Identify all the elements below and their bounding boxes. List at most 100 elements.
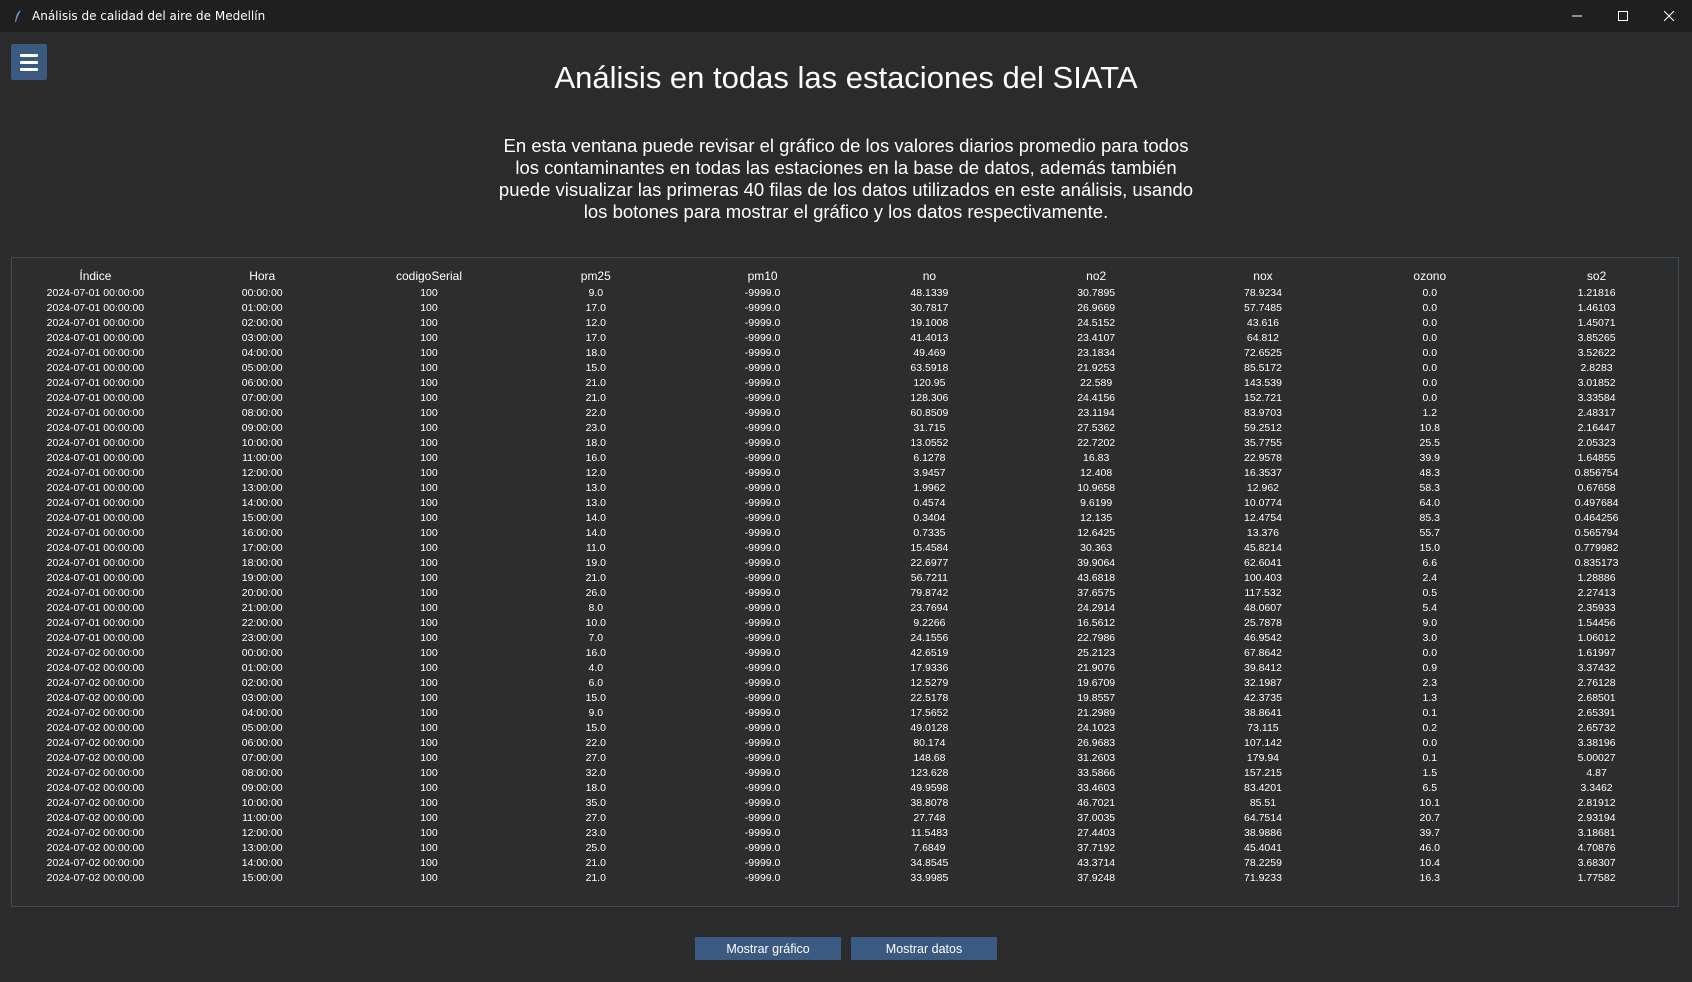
table-cell: 0.835173 <box>1574 557 1619 569</box>
table-cell: 0.0 <box>1422 737 1438 749</box>
table-cell: 22.0 <box>585 407 606 419</box>
table-cell: 0.4574 <box>913 497 946 509</box>
table-cell: 100 <box>420 737 438 749</box>
table-cell: 23.1194 <box>1077 407 1115 419</box>
table-cell: 31.715 <box>913 422 946 434</box>
table-cell: 6.6 <box>1422 557 1438 569</box>
table-cell: 2024-07-02 00:00:00 <box>46 842 145 854</box>
table-cell: 41.4013 <box>910 332 949 344</box>
column-header: ozono <box>1413 269 1447 283</box>
table-cell: 120.95 <box>913 377 946 389</box>
data-table-panel[interactable]: Índice Hora codigoSerial pm25 pm10 no no2 nox oz… <box>11 257 1679 907</box>
table-cell: 1.46103 <box>1577 302 1616 314</box>
table-cell: 9.0 <box>588 707 604 719</box>
table-cell: 22.0 <box>585 737 606 749</box>
table-cell: -9999.0 <box>744 602 781 614</box>
table-row: 2024-07-01 00:00:00 22:00:00 100 10.0 -9999.… <box>12 616 1678 631</box>
table-cell: 00:00:00 <box>241 287 283 299</box>
table-cell: 04:00:00 <box>241 707 283 719</box>
table-row: 2024-07-01 00:00:00 11:00:00 100 16.0 -9999.… <box>12 451 1678 466</box>
table-cell: -9999.0 <box>744 482 781 494</box>
table-cell: -9999.0 <box>744 422 781 434</box>
table-cell: 72.6525 <box>1243 347 1282 359</box>
show-data-button[interactable]: Mostrar datos <box>851 937 997 960</box>
table-cell: 12.0 <box>585 467 606 479</box>
table-cell: 24.4156 <box>1077 392 1116 404</box>
table-cell: 100 <box>420 632 438 644</box>
table-cell: -9999.0 <box>744 617 781 629</box>
table-cell: 22:00:00 <box>241 617 283 629</box>
table-cell: 1.2 <box>1422 407 1438 419</box>
table-cell: 100 <box>420 482 438 494</box>
table-cell: 00:00:00 <box>241 647 283 659</box>
table-cell: 39.7 <box>1419 827 1440 839</box>
table-cell: 15.0 <box>1419 542 1440 554</box>
table-cell: 3.0 <box>1422 632 1438 644</box>
table-cell: 3.38196 <box>1577 737 1616 749</box>
page-title: Análisis en todas las estaciones del SIA… <box>554 60 1138 95</box>
minimize-button[interactable] <box>1554 0 1600 32</box>
table-cell: 3.37432 <box>1577 662 1616 674</box>
table-cell: 2024-07-02 00:00:00 <box>46 692 145 704</box>
column-header: nox <box>1253 269 1273 283</box>
table-cell: 0.565794 <box>1574 527 1619 539</box>
show-chart-button[interactable]: Mostrar gráfico <box>695 937 841 960</box>
table-cell: 0.0 <box>1422 647 1438 659</box>
table-cell: 100 <box>420 527 438 539</box>
table-cell: 100 <box>420 542 438 554</box>
table-cell: 21.2989 <box>1077 707 1116 719</box>
table-cell: 33.9985 <box>910 872 949 884</box>
table-cell: 0.67658 <box>1577 482 1616 494</box>
table-cell: 34.8545 <box>910 857 949 869</box>
table-cell: -9999.0 <box>744 587 781 599</box>
column-header: pm25 <box>580 269 611 283</box>
table-cell: 12.962 <box>1246 482 1280 494</box>
table-cell: 25.7878 <box>1243 617 1282 629</box>
table-cell: 43.616 <box>1246 317 1280 329</box>
table-cell: 37.0035 <box>1077 812 1116 824</box>
table-cell: 2024-07-02 00:00:00 <box>46 812 145 824</box>
table-cell: 2024-07-01 00:00:00 <box>46 632 145 644</box>
table-cell: 85.51 <box>1249 797 1277 809</box>
table-cell: 0.0 <box>1422 317 1438 329</box>
table-cell: 37.7192 <box>1077 842 1116 854</box>
table-cell: 26.9683 <box>1077 737 1116 749</box>
table-cell: 5.00027 <box>1577 752 1616 764</box>
close-button[interactable] <box>1646 0 1692 32</box>
table-cell: 27.0 <box>585 812 606 824</box>
table-cell: 0.0 <box>1422 347 1438 359</box>
table-cell: 2.81912 <box>1577 797 1616 809</box>
hamburger-menu-icon <box>20 53 38 57</box>
table-row: 2024-07-02 00:00:00 10:00:00 100 35.0 -9999.… <box>12 796 1678 811</box>
table-cell: 2024-07-01 00:00:00 <box>46 572 145 584</box>
table-cell: 78.9234 <box>1243 287 1282 299</box>
table-cell: 2024-07-02 00:00:00 <box>46 752 145 764</box>
table-cell: 2.16447 <box>1577 422 1616 434</box>
table-cell: 143.539 <box>1243 377 1282 389</box>
table-cell: 21.0 <box>585 872 606 884</box>
table-cell: 1.3 <box>1422 692 1438 704</box>
table-cell: 19.6709 <box>1077 677 1116 689</box>
table-cell: 100 <box>420 707 438 719</box>
table-cell: 1.06012 <box>1577 632 1616 644</box>
table-cell: 2024-07-02 00:00:00 <box>46 737 145 749</box>
table-cell: 100 <box>420 437 438 449</box>
table-cell: 8.0 <box>588 602 604 614</box>
table-cell: 18.0 <box>585 347 606 359</box>
window-title: Análisis de calidad del aire de Medellín <box>32 9 266 23</box>
table-cell: 12.6425 <box>1077 527 1116 539</box>
table-cell: 64.0 <box>1419 497 1440 509</box>
table-row: 2024-07-01 00:00:00 15:00:00 100 14.0 -9999.… <box>12 511 1678 526</box>
table-cell: 37.9248 <box>1077 872 1116 884</box>
table-cell: 100 <box>420 872 438 884</box>
maximize-button[interactable] <box>1600 0 1646 32</box>
table-cell: 23.1834 <box>1077 347 1116 359</box>
table-cell: 35.7755 <box>1243 437 1282 449</box>
table-cell: 45.8214 <box>1243 542 1282 554</box>
minimize-icon <box>1572 15 1582 17</box>
table-cell: 100 <box>420 662 438 674</box>
table-cell: 49.0128 <box>910 722 949 734</box>
table-cell: 01:00:00 <box>241 302 283 314</box>
table-cell: -9999.0 <box>744 857 781 869</box>
table-cell: 85.3 <box>1419 512 1440 524</box>
